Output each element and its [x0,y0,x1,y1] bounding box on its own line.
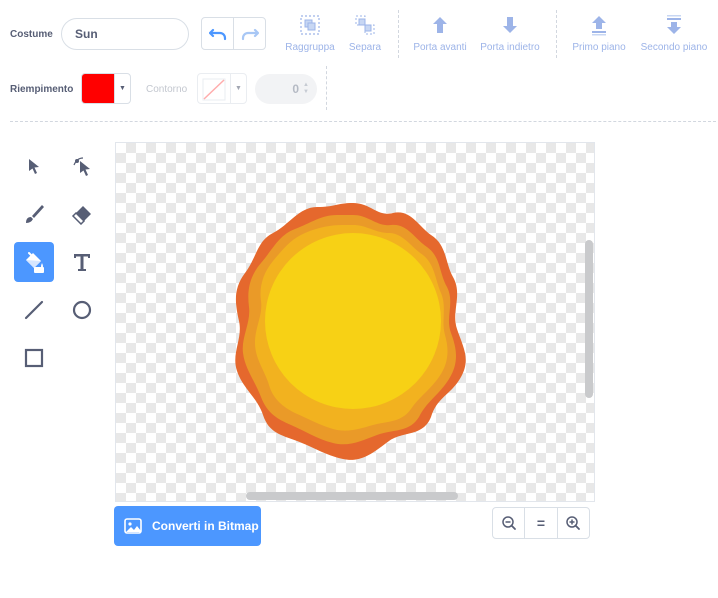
costume-label: Costume [10,29,53,40]
group-label: Raggruppa [285,42,335,53]
text-icon [74,254,90,271]
rectangle-icon [24,348,44,368]
sun-sprite [235,203,466,460]
ungroup-button[interactable]: Separa [342,14,388,53]
ungroup-icon [355,15,375,35]
no-color-icon [202,78,226,101]
convert-to-bitmap-button[interactable]: Converti in Bitmap [114,506,261,546]
forward-button[interactable]: Porta avanti [409,14,471,53]
outline-width-input[interactable]: 0 ▲ ▼ [255,74,317,104]
redo-button[interactable] [233,18,265,49]
section-divider [10,121,716,122]
zoom-controls: = [492,507,590,539]
outline-swatch [198,74,230,103]
chevron-down-icon: ▼ [230,74,246,103]
forward-label: Porta avanti [413,42,467,53]
paint-canvas[interactable] [115,142,595,502]
front-icon [592,16,606,36]
eraser-icon [71,206,91,225]
line-tool[interactable] [14,290,54,330]
backward-button[interactable]: Porta indietro [476,14,544,53]
toolbar-divider [326,66,327,110]
rectangle-tool[interactable] [14,338,54,378]
outline-color-picker[interactable]: ▼ [197,73,247,104]
stepper-icon: ▲ ▼ [303,82,309,95]
reshape-icon [73,157,90,176]
front-button[interactable]: Primo piano [568,14,630,53]
zoom-in-icon [566,516,581,530]
zoom-out-icon [501,516,516,530]
image-icon [124,518,142,534]
vertical-scrollbar[interactable] [585,240,593,398]
zoom-reset-button[interactable]: = [524,508,556,538]
toolbar-divider [556,10,557,58]
convert-to-bitmap-label: Converti in Bitmap [152,519,259,533]
undo-button[interactable] [202,18,233,49]
costume-name-input[interactable]: Sun [61,18,189,50]
circle-icon [72,300,92,320]
ungroup-label: Separa [348,42,382,53]
back-button[interactable]: Secondo piano [636,14,712,53]
undo-redo-group [201,17,266,50]
front-label: Primo piano [572,42,626,53]
zoom-out-button[interactable] [493,508,524,538]
undo-icon [208,28,226,40]
line-icon [24,300,44,320]
text-tool[interactable] [62,242,102,282]
toolbar-divider [398,10,399,58]
group-icon [300,15,320,35]
circle-tool[interactable] [62,290,102,330]
reshape-tool[interactable] [62,146,102,186]
redo-icon [241,28,259,40]
fill-tool[interactable] [14,242,54,282]
fill-swatch [82,74,114,103]
brush-icon [26,205,44,223]
outline-width-value: 0 [292,82,299,96]
fill-label: Riempimento [10,84,74,95]
back-icon [667,15,681,34]
horizontal-scrollbar[interactable] [246,492,458,500]
outline-label: Contorno [146,84,188,95]
chevron-down-icon: ▼ [114,74,130,103]
eraser-tool[interactable] [62,194,102,234]
forward-icon [433,17,447,33]
select-tool[interactable] [14,146,54,186]
group-button[interactable]: Raggruppa [281,14,339,53]
fill-bucket-icon [26,252,44,273]
fill-color-picker[interactable]: ▼ [81,73,131,104]
backward-icon [503,17,517,33]
brush-tool[interactable] [14,194,54,234]
zoom-in-button[interactable] [556,508,589,538]
zoom-reset-label: = [536,515,546,531]
back-label: Secondo piano [640,42,708,53]
backward-label: Porta indietro [480,42,540,53]
arrow-icon [29,159,39,174]
